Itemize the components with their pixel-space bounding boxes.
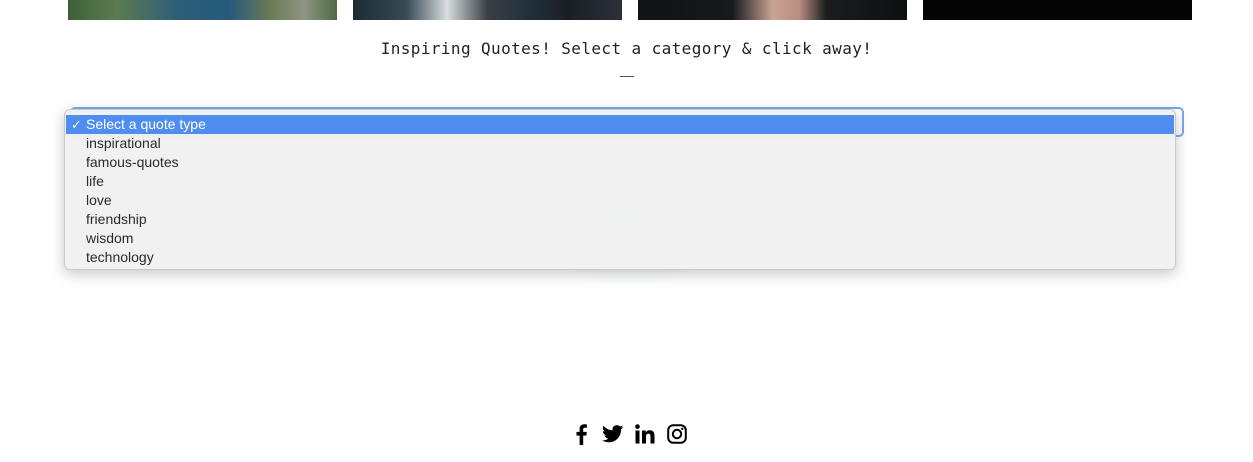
option-label: Select a quote type: [86, 116, 206, 132]
checkmark-icon: ✓: [71, 117, 82, 132]
facebook-icon[interactable]: [570, 423, 592, 445]
option-label: famous-quotes: [86, 154, 179, 170]
option-label: technology: [86, 249, 154, 265]
option-technology[interactable]: technology: [65, 248, 1175, 267]
option-friendship[interactable]: friendship: [65, 210, 1175, 229]
option-label: inspirational: [86, 135, 161, 151]
option-life[interactable]: life: [65, 172, 1175, 191]
option-famous-quotes[interactable]: famous-quotes: [65, 153, 1175, 172]
social-links: [570, 422, 688, 446]
option-label: love: [86, 192, 112, 208]
option-love[interactable]: love: [65, 191, 1175, 210]
thumbnail-rocks[interactable]: [353, 0, 622, 20]
quote-type-dropdown[interactable]: ✓ Select a quote type inspirational famo…: [64, 109, 1176, 270]
option-select-a-quote-type[interactable]: ✓ Select a quote type: [66, 115, 1174, 134]
option-label: friendship: [86, 211, 147, 227]
thumbnail-coast[interactable]: [68, 0, 337, 20]
option-inspirational[interactable]: inspirational: [65, 134, 1175, 153]
linkedin-icon[interactable]: [634, 423, 656, 445]
twitter-icon[interactable]: [602, 423, 624, 445]
tagline-divider: [620, 76, 634, 77]
option-wisdom[interactable]: wisdom: [65, 229, 1175, 248]
thumbnail-dark[interactable]: [923, 0, 1192, 20]
page-tagline: Inspiring Quotes! Select a category & cl…: [380, 39, 873, 58]
option-label: wisdom: [86, 230, 134, 246]
option-label: life: [86, 173, 104, 189]
page: Inspiring Quotes! Select a category & cl…: [0, 0, 1253, 462]
thumbnail-portrait[interactable]: [638, 0, 907, 20]
instagram-icon[interactable]: [666, 423, 688, 445]
